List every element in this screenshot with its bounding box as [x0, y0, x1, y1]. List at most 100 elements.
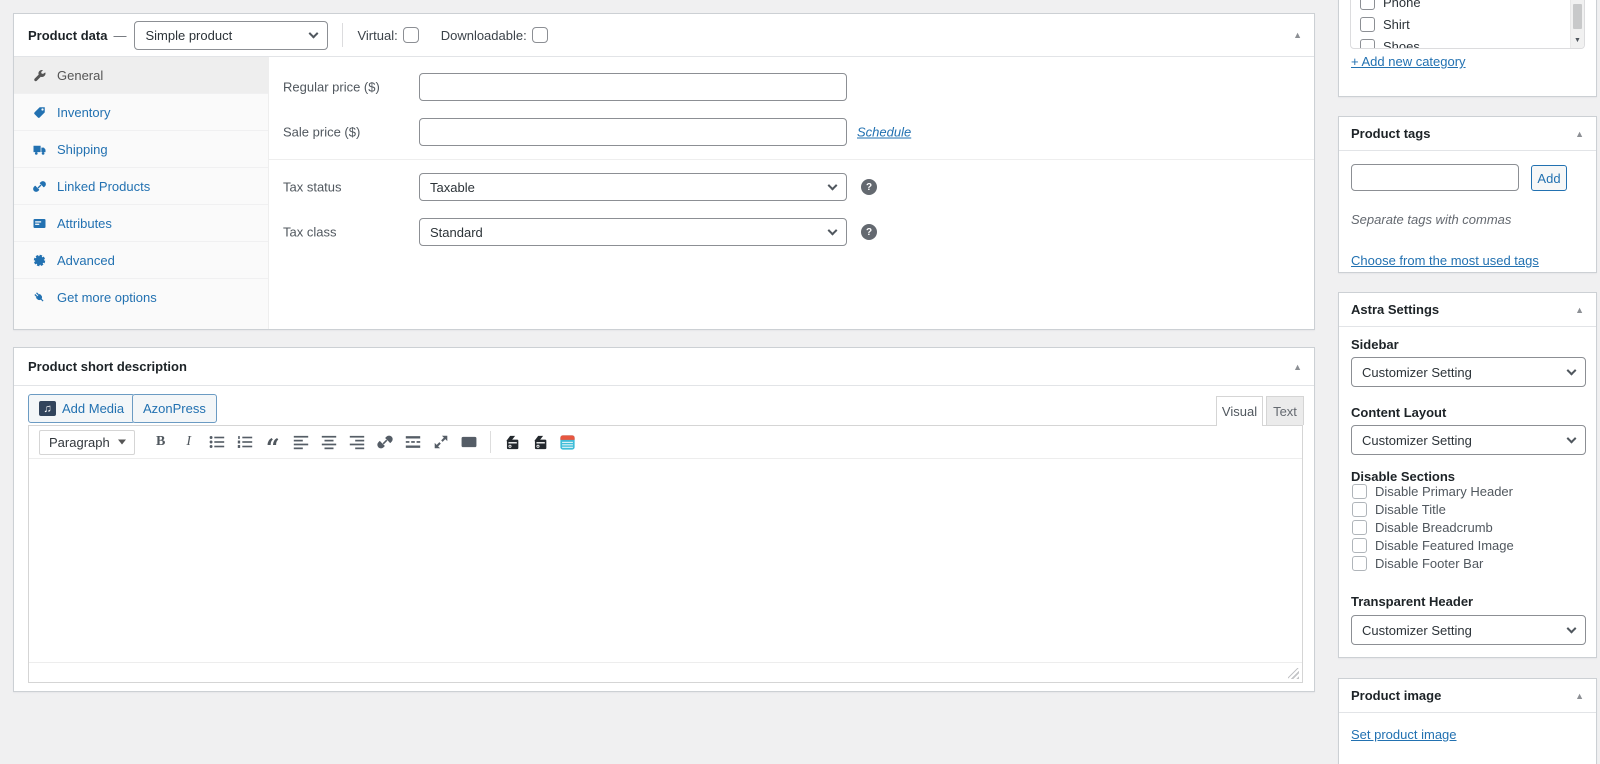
- scroll-down-arrow[interactable]: ▼: [1571, 33, 1584, 48]
- regular-price-label: Regular price ($): [283, 79, 380, 95]
- transparent-header-select[interactable]: Customizer Setting: [1351, 615, 1586, 645]
- disable-option-row: Disable Primary Header: [1352, 484, 1513, 499]
- toolbar-divider: [489, 431, 491, 453]
- schedule-link[interactable]: Schedule: [857, 125, 911, 140]
- product-data-tab-list: General Inventory Shipping Linked Produc…: [14, 57, 269, 329]
- add-tag-button[interactable]: Add: [1531, 165, 1567, 191]
- tab-get-more-options[interactable]: Get more options: [14, 279, 268, 316]
- chevron-down-icon: [1566, 365, 1577, 376]
- azonpress-widget-box-button[interactable]: [526, 429, 554, 455]
- add-new-category-link[interactable]: + Add new category: [1351, 54, 1466, 69]
- tab-general[interactable]: General: [14, 57, 268, 94]
- help-icon[interactable]: ?: [861, 179, 877, 195]
- text-tab[interactable]: Text: [1266, 396, 1304, 425]
- azonpress-product-box-button[interactable]: [498, 429, 526, 455]
- collapse-panel-button[interactable]: ▲: [1575, 129, 1584, 139]
- read-more-button[interactable]: [399, 429, 427, 455]
- editor-toolbar: Paragraph B I “: [29, 426, 1302, 460]
- azonpress-button[interactable]: AzonPress: [132, 394, 217, 423]
- disable-primary-header-checkbox[interactable]: [1352, 484, 1367, 499]
- choose-most-used-tags-link[interactable]: Choose from the most used tags: [1351, 253, 1539, 268]
- downloadable-checkbox[interactable]: [531, 27, 548, 43]
- blockquote-button[interactable]: “: [259, 429, 287, 460]
- tab-attributes[interactable]: Attributes: [14, 205, 268, 242]
- toolbar-toggle-button[interactable]: [455, 429, 483, 455]
- collapse-panel-button[interactable]: ▲: [1575, 691, 1584, 701]
- disable-option-label: Disable Breadcrumb: [1375, 520, 1493, 535]
- astra-settings-header: Astra Settings ▲: [1339, 293, 1596, 327]
- section-divider: [269, 159, 1314, 160]
- tab-advanced[interactable]: Advanced: [14, 242, 268, 279]
- card-icon: [33, 218, 46, 228]
- sidebar-setting-select[interactable]: Customizer Setting: [1351, 357, 1586, 387]
- fullscreen-button[interactable]: [427, 429, 455, 455]
- product-image-panel: Product image ▲ Set product image: [1338, 678, 1597, 764]
- paragraph-format-dropdown[interactable]: Paragraph: [39, 429, 135, 455]
- virtual-checkbox[interactable]: [402, 27, 419, 43]
- content-layout-select[interactable]: Customizer Setting: [1351, 425, 1586, 455]
- new-tag-input[interactable]: [1351, 164, 1519, 191]
- bold-button[interactable]: B: [147, 429, 175, 455]
- tax-status-label: Tax status: [283, 179, 342, 195]
- category-row: Phone: [1360, 0, 1421, 13]
- product-categories-panel: Phone Shirt Shoes ▼ + Add new category: [1338, 0, 1597, 97]
- align-center-button[interactable]: [315, 429, 343, 455]
- align-right-button[interactable]: [343, 429, 371, 455]
- regular-price-input[interactable]: [419, 73, 847, 101]
- tax-status-select[interactable]: Taxable: [419, 173, 847, 201]
- collapse-panel-button[interactable]: ▲: [1293, 362, 1302, 372]
- product-image-header: Product image ▲: [1339, 679, 1596, 713]
- tab-label: Inventory: [57, 104, 111, 120]
- sale-price-label: Sale price ($): [283, 124, 361, 140]
- category-row: Shirt: [1360, 14, 1410, 35]
- set-product-image-link[interactable]: Set product image: [1351, 727, 1457, 742]
- editor-content-area[interactable]: [29, 459, 1302, 662]
- azonpress-label: AzonPress: [143, 401, 206, 416]
- paragraph-format-value: Paragraph: [49, 434, 110, 450]
- tab-label: General: [57, 67, 104, 83]
- product-box-icon: [506, 435, 519, 449]
- category-checkbox[interactable]: [1360, 39, 1375, 48]
- disable-footer-bar-checkbox[interactable]: [1352, 556, 1367, 571]
- tab-label: Linked Products: [57, 178, 151, 194]
- align-left-icon: [293, 435, 308, 450]
- short-description-panel: Product short description ▲ ♫ Add Media …: [13, 347, 1315, 692]
- keyboard-icon: [461, 436, 477, 448]
- tax-status-row: Tax status Taxable ?: [269, 173, 1314, 201]
- product-data-panel: Product data — Simple product Virtual: D…: [13, 13, 1315, 330]
- italic-button[interactable]: I: [175, 429, 203, 455]
- align-left-button[interactable]: [287, 429, 315, 455]
- fullscreen-icon: [434, 435, 448, 449]
- disable-title-checkbox[interactable]: [1352, 502, 1367, 517]
- add-media-button[interactable]: ♫ Add Media: [28, 394, 136, 423]
- panel-title: Product tags: [1351, 126, 1431, 141]
- visual-tab[interactable]: Visual: [1216, 396, 1263, 426]
- bulleted-list-button[interactable]: [203, 429, 231, 455]
- disable-featured-image-checkbox[interactable]: [1352, 538, 1367, 553]
- category-checkbox[interactable]: [1360, 0, 1375, 10]
- tab-inventory[interactable]: Inventory: [14, 94, 268, 131]
- resize-grippy[interactable]: [1288, 668, 1299, 679]
- tax-class-select[interactable]: Standard: [419, 218, 847, 246]
- azonpress-table-button[interactable]: [554, 429, 582, 455]
- insert-link-button[interactable]: [371, 429, 399, 455]
- category-scrollbar[interactable]: ▼: [1570, 0, 1584, 48]
- tab-shipping[interactable]: Shipping: [14, 131, 268, 168]
- bulleted-list-icon: [209, 436, 224, 448]
- tab-linked-products[interactable]: Linked Products: [14, 168, 268, 205]
- scrollbar-thumb[interactable]: [1573, 4, 1582, 29]
- category-checkbox[interactable]: [1360, 17, 1375, 32]
- product-type-select[interactable]: Simple product: [134, 20, 329, 50]
- disable-breadcrumb-checkbox[interactable]: [1352, 520, 1367, 535]
- help-icon[interactable]: ?: [861, 224, 877, 240]
- sidebar-setting-value: Customizer Setting: [1362, 364, 1472, 380]
- disable-option-row: Disable Breadcrumb: [1352, 520, 1493, 535]
- virtual-option: Virtual:: [357, 27, 419, 43]
- collapse-panel-button[interactable]: ▲: [1293, 30, 1302, 40]
- chevron-down-icon: [827, 180, 838, 191]
- collapse-panel-button[interactable]: ▲: [1575, 305, 1584, 315]
- sale-price-input[interactable]: [419, 118, 847, 146]
- category-row: Shoes: [1360, 36, 1420, 48]
- numbered-list-button[interactable]: [231, 429, 259, 455]
- regular-price-row: Regular price ($): [269, 73, 1314, 101]
